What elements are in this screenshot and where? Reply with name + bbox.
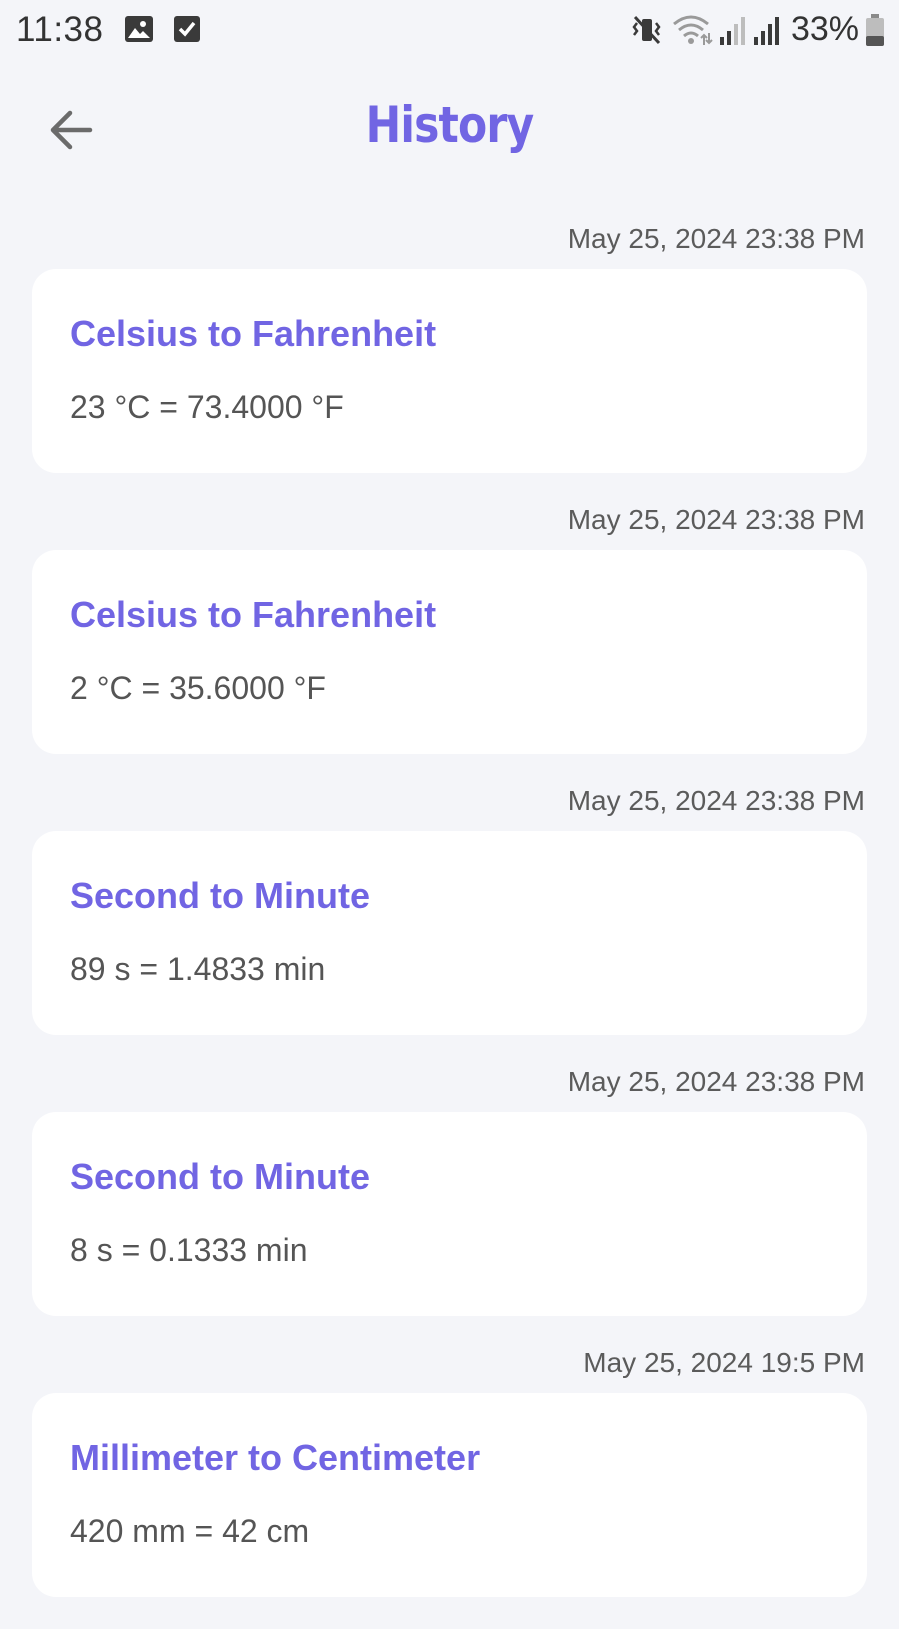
image-icon xyxy=(125,16,153,42)
history-entry: May 25, 2024 23:38 PM Second to Minute 8… xyxy=(32,1067,867,1316)
conversion-title: Millimeter to Centimeter xyxy=(70,1437,481,1478)
status-notification-icons xyxy=(124,14,202,44)
status-system-icons: 33% xyxy=(631,10,885,49)
conversion-result: 89 s = 1.4833 min xyxy=(70,951,326,987)
conversion-result: 8 s = 0.1333 min xyxy=(70,1232,308,1268)
conversion-title: Celsius to Fahrenheit xyxy=(70,313,437,354)
entry-date: May 25, 2024 23:38 PM xyxy=(567,1066,865,1097)
status-time: 11:38 xyxy=(16,10,104,49)
conversion-title: Second to Minute xyxy=(70,875,370,916)
entry-date: May 25, 2024 23:38 PM xyxy=(567,223,865,254)
signal-icon xyxy=(753,16,779,45)
battery-percentage: 33% xyxy=(790,10,859,48)
entry-date: May 25, 2024 23:38 PM xyxy=(567,504,865,535)
conversion-title: Celsius to Fahrenheit xyxy=(70,594,437,635)
history-entry: May 25, 2024 23:38 PM Celsius to Fahrenh… xyxy=(32,505,867,754)
conversion-result: 23 °C = 73.4000 °F xyxy=(70,389,344,425)
page-title: History xyxy=(365,96,535,154)
status-bar: 11:38 33% xyxy=(0,0,899,62)
conversion-result: 420 mm = 42 cm xyxy=(70,1513,310,1549)
history-entry: May 25, 2024 23:38 PM Celsius to Fahrenh… xyxy=(32,224,867,473)
vibrate-icon xyxy=(632,15,661,44)
battery-icon xyxy=(866,13,884,46)
history-card[interactable]: Celsius to Fahrenheit 2 °C = 35.6000 °F xyxy=(32,550,867,754)
app-bar: History xyxy=(0,80,899,180)
entry-date: May 25, 2024 23:38 PM xyxy=(567,785,865,816)
history-card[interactable]: Millimeter to Centimeter 420 mm = 42 cm xyxy=(32,1393,867,1597)
signal-icon xyxy=(719,16,745,45)
wifi-icon xyxy=(672,15,713,45)
history-list: May 25, 2024 23:38 PM Celsius to Fahrenh… xyxy=(32,224,867,1629)
conversion-result: 2 °C = 35.6000 °F xyxy=(70,670,326,706)
entry-date: May 25, 2024 19:5 PM xyxy=(583,1347,865,1378)
checkbox-icon xyxy=(174,16,200,42)
history-entry: May 25, 2024 23:38 PM Second to Minute 8… xyxy=(32,786,867,1035)
conversion-title: Second to Minute xyxy=(70,1156,370,1197)
history-card[interactable]: Second to Minute 89 s = 1.4833 min xyxy=(32,831,867,1035)
history-entry: May 25, 2024 19:5 PM Millimeter to Centi… xyxy=(32,1348,867,1597)
history-card[interactable]: Second to Minute 8 s = 0.1333 min xyxy=(32,1112,867,1316)
history-card[interactable]: Celsius to Fahrenheit 23 °C = 73.4000 °F xyxy=(32,269,867,473)
